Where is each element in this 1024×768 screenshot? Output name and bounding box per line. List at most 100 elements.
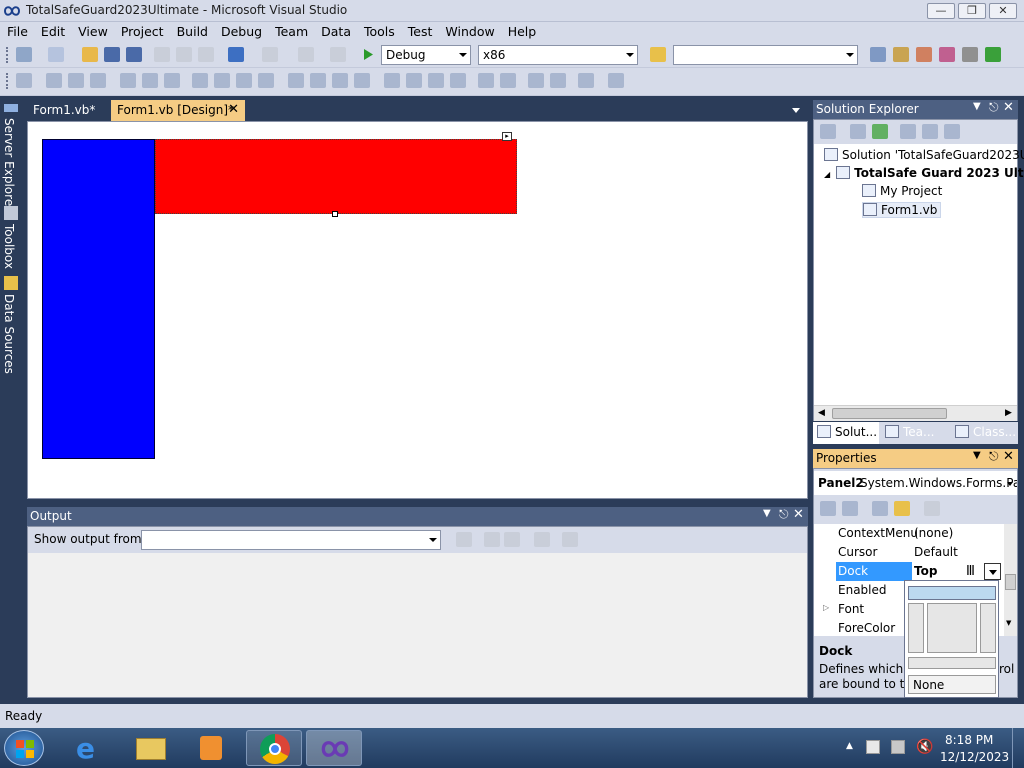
close-solution-explorer-icon[interactable]: ✕ bbox=[1003, 100, 1014, 115]
solution-platform-select[interactable]: x86 bbox=[478, 45, 638, 65]
clock-time[interactable]: 8:18 PM bbox=[945, 733, 993, 747]
dock-bottom-option[interactable] bbox=[908, 657, 996, 669]
align-lefts-icon[interactable] bbox=[46, 73, 62, 88]
expand-arrow-icon[interactable]: ▷ bbox=[823, 603, 829, 612]
undo-icon[interactable] bbox=[228, 47, 244, 62]
window-position-dropdown-icon[interactable]: ▼ bbox=[973, 101, 981, 112]
add-item-icon[interactable] bbox=[48, 47, 64, 62]
open-folder-icon[interactable] bbox=[82, 47, 98, 62]
object-selector[interactable]: Panel2 System.Windows.Forms.Pa bbox=[814, 471, 1017, 495]
show-all-files-icon[interactable] bbox=[850, 124, 866, 139]
start-page-icon[interactable] bbox=[985, 47, 1001, 62]
save-icon[interactable] bbox=[104, 47, 120, 62]
lock-controls-icon[interactable] bbox=[608, 73, 624, 88]
toolbox-tab[interactable]: Toolbox bbox=[2, 224, 16, 269]
dock-fill-option[interactable] bbox=[927, 603, 977, 653]
new-project-icon[interactable] bbox=[16, 47, 32, 62]
scrollbar-thumb[interactable] bbox=[1005, 574, 1016, 590]
close-output-icon[interactable]: ✕ bbox=[793, 507, 804, 522]
smart-tag-glyph-icon[interactable]: ▸ bbox=[502, 132, 512, 141]
solution-explorer-icon[interactable] bbox=[870, 47, 886, 62]
menu-test[interactable]: Test bbox=[401, 22, 439, 39]
property-pages-icon[interactable] bbox=[924, 501, 940, 516]
align-tops-icon[interactable] bbox=[120, 73, 136, 88]
align-middles-icon[interactable] bbox=[142, 73, 158, 88]
refresh-icon[interactable] bbox=[872, 124, 888, 139]
menu-debug[interactable]: Debug bbox=[214, 22, 268, 39]
redo-icon[interactable] bbox=[262, 47, 278, 62]
cut-icon[interactable] bbox=[154, 47, 170, 62]
remove-horizontal-spacing-icon[interactable] bbox=[354, 73, 370, 88]
dock-left-option[interactable] bbox=[908, 603, 924, 653]
object-browser-icon[interactable] bbox=[916, 47, 932, 62]
dock-right-option[interactable] bbox=[980, 603, 996, 653]
view-class-diagram-icon[interactable] bbox=[944, 124, 960, 139]
restore-button[interactable]: ❐ bbox=[958, 3, 986, 19]
chevron-down-icon[interactable] bbox=[1007, 482, 1013, 486]
align-centers-icon[interactable] bbox=[68, 73, 84, 88]
start-button[interactable] bbox=[4, 730, 44, 766]
make-same-width-icon[interactable] bbox=[192, 73, 208, 88]
make-same-size-icon[interactable] bbox=[258, 73, 274, 88]
server-explorer-tab[interactable]: Server Explorer bbox=[2, 118, 16, 211]
save-all-icon[interactable] bbox=[126, 47, 142, 62]
navigate-forward-icon[interactable] bbox=[330, 47, 346, 62]
menu-window[interactable]: Window bbox=[438, 22, 500, 39]
tree-item-solution[interactable]: Solution 'TotalSafeGuard2023Ulti bbox=[824, 148, 1024, 162]
collapse-arrow-icon[interactable]: ◢ bbox=[824, 170, 830, 179]
action-center-icon[interactable] bbox=[866, 740, 880, 754]
resize-handle-bottom[interactable] bbox=[332, 211, 338, 217]
make-same-height-icon[interactable] bbox=[236, 73, 252, 88]
taskbar-visual-studio[interactable] bbox=[306, 730, 362, 766]
property-row-dock[interactable]: Dock Top Ⅲ bbox=[814, 562, 1001, 581]
auto-hide-pin-icon[interactable]: ⎋ bbox=[989, 449, 999, 464]
tree-item-project[interactable]: ◢ TotalSafe Guard 2023 Ultim bbox=[824, 166, 1024, 180]
menu-team[interactable]: Team bbox=[268, 22, 314, 39]
size-to-grid-icon[interactable] bbox=[214, 73, 230, 88]
menu-data[interactable]: Data bbox=[314, 22, 357, 39]
remove-vertical-spacing-icon[interactable] bbox=[450, 73, 466, 88]
center-horizontally-icon[interactable] bbox=[478, 73, 494, 88]
auto-hide-pin-icon[interactable]: ⎋ bbox=[779, 507, 789, 522]
alphabetical-icon[interactable] bbox=[842, 501, 858, 516]
show-output-from-select[interactable] bbox=[141, 530, 441, 550]
align-to-grid-icon[interactable] bbox=[16, 73, 32, 88]
taskbar-media-player[interactable] bbox=[182, 730, 238, 766]
menu-build[interactable]: Build bbox=[170, 22, 214, 39]
toolbar-grip[interactable] bbox=[6, 47, 10, 63]
close-tab-icon[interactable]: ✕ bbox=[228, 102, 239, 117]
data-sources-tab[interactable]: Data Sources bbox=[2, 294, 16, 374]
scroll-down-icon[interactable]: ▼ bbox=[1006, 619, 1011, 627]
show-hidden-icons-icon[interactable]: ▲ bbox=[846, 741, 853, 751]
tree-item-form1[interactable]: Form1.vb bbox=[862, 202, 942, 218]
decrease-vertical-spacing-icon[interactable] bbox=[428, 73, 444, 88]
find-combo[interactable] bbox=[673, 45, 858, 65]
show-desktop-button[interactable] bbox=[1012, 728, 1024, 768]
tab-class-view[interactable]: Class... bbox=[953, 422, 1018, 444]
form-designer-surface[interactable]: ▸ bbox=[27, 121, 808, 499]
close-properties-icon[interactable]: ✕ bbox=[1003, 449, 1014, 464]
decrease-horizontal-spacing-icon[interactable] bbox=[332, 73, 348, 88]
clear-all-icon[interactable] bbox=[534, 532, 550, 547]
panel-blue[interactable] bbox=[42, 139, 155, 459]
events-lightning-icon[interactable] bbox=[894, 501, 910, 516]
property-row-contextmenu[interactable]: ContextMenu (none) bbox=[814, 524, 996, 543]
scroll-right-icon[interactable]: ▶ bbox=[1005, 408, 1012, 418]
document-list-dropdown-icon[interactable] bbox=[792, 108, 800, 113]
menu-tools[interactable]: Tools bbox=[357, 22, 401, 39]
taskbar-file-explorer[interactable] bbox=[122, 730, 178, 766]
find-message-in-code-icon[interactable] bbox=[456, 532, 472, 547]
paste-icon[interactable] bbox=[198, 47, 214, 62]
solution-configuration-select[interactable]: Debug bbox=[381, 45, 471, 65]
scrollbar-thumb[interactable] bbox=[832, 408, 947, 419]
toggle-word-wrap-icon[interactable] bbox=[562, 532, 578, 547]
align-rights-icon[interactable] bbox=[90, 73, 106, 88]
dropdown-button[interactable] bbox=[984, 563, 1001, 580]
window-position-dropdown-icon[interactable]: ▼ bbox=[973, 450, 981, 461]
increase-horizontal-spacing-icon[interactable] bbox=[310, 73, 326, 88]
tab-form1-design[interactable]: Form1.vb [Design]* ✕ bbox=[111, 100, 245, 121]
navigate-backward-icon[interactable] bbox=[298, 47, 314, 62]
dock-none-option[interactable]: None bbox=[908, 675, 996, 694]
clock-date[interactable]: 12/12/2023 bbox=[940, 750, 1009, 764]
menu-view[interactable]: View bbox=[71, 22, 114, 39]
